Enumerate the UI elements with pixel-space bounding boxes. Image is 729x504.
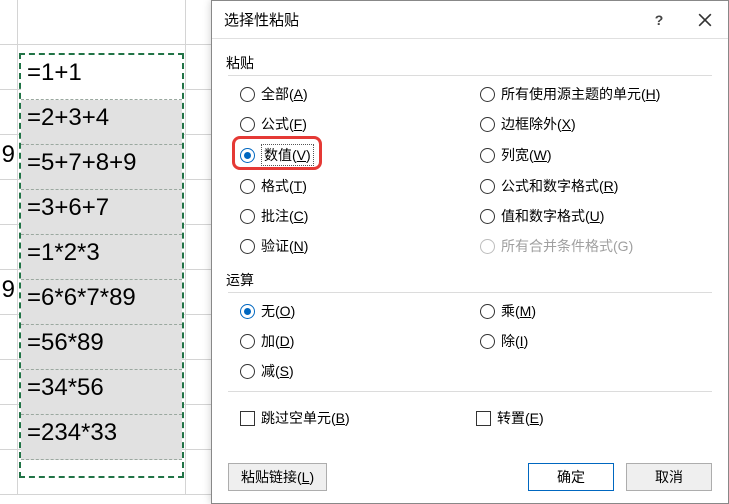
radio-icon: [480, 334, 495, 349]
checkbox-icon: [240, 411, 255, 426]
check-skip-blanks[interactable]: 跳过空单元(B): [240, 408, 476, 428]
radio-op-add[interactable]: 加(D): [240, 331, 472, 351]
paste-link-button[interactable]: 粘贴链接(L): [228, 463, 327, 491]
radio-label: 列宽(W): [501, 145, 552, 165]
radio-label: 减(S): [261, 361, 294, 381]
radio-op-multiply[interactable]: 乘(M): [480, 301, 712, 321]
paste-group-label: 粘贴: [226, 53, 712, 73]
radio-paste-values-num[interactable]: 值和数字格式(U): [480, 206, 712, 226]
radio-icon: [240, 117, 255, 132]
button-label: 确定: [557, 467, 585, 487]
dialog-footer: 粘贴链接(L) 确定 取消: [212, 451, 728, 503]
radio-label: 公式(F): [261, 114, 307, 134]
separator: [228, 75, 712, 76]
help-button[interactable]: ?: [636, 1, 682, 39]
radio-label: 数值(V): [261, 144, 314, 166]
radio-icon: [480, 87, 495, 102]
button-label: 粘贴链接(L): [241, 467, 314, 487]
radio-label: 所有使用源主题的单元(H): [501, 84, 660, 104]
radio-icon: [240, 334, 255, 349]
formula-cell[interactable]: =34*56: [21, 370, 182, 415]
check-label: 转置(E): [497, 408, 544, 428]
formula-cell[interactable]: =3+6+7: [21, 190, 182, 235]
close-button[interactable]: [682, 1, 728, 39]
separator: [228, 391, 712, 392]
radio-label: 除(I): [501, 331, 528, 351]
radio-label: 格式(T): [261, 176, 307, 196]
radio-paste-formulas[interactable]: 公式(F): [240, 114, 472, 134]
cell-a-value: 9: [2, 276, 15, 304]
radio-paste-values[interactable]: 数值(V): [240, 144, 472, 166]
button-label: 取消: [655, 467, 683, 487]
radio-icon: [240, 364, 255, 379]
radio-paste-col-widths[interactable]: 列宽(W): [480, 144, 712, 166]
radio-icon: [240, 87, 255, 102]
radio-label: 值和数字格式(U): [501, 206, 604, 226]
radio-paste-comments[interactable]: 批注(C): [240, 206, 472, 226]
radio-icon: [240, 239, 255, 254]
radio-op-none[interactable]: 无(O): [240, 301, 472, 321]
radio-paste-all[interactable]: 全部(A): [240, 84, 472, 104]
dialog-title: 选择性粘贴: [224, 9, 636, 30]
formula-cell[interactable]: =5+7+8+9: [21, 145, 182, 190]
radio-paste-no-borders[interactable]: 边框除外(X): [480, 114, 712, 134]
radio-icon: [240, 179, 255, 194]
formula-cell[interactable]: =6*6*7*89: [21, 280, 182, 325]
radio-icon: [240, 304, 255, 319]
radio-label: 所有合并条件格式(G): [501, 236, 633, 256]
radio-icon: [480, 304, 495, 319]
separator: [228, 292, 712, 293]
radio-label: 全部(A): [261, 84, 308, 104]
operation-group-label: 运算: [226, 270, 712, 290]
radio-label: 验证(N): [261, 236, 308, 256]
checkbox-icon: [476, 411, 491, 426]
close-icon: [698, 13, 712, 27]
radio-icon: [480, 148, 495, 163]
radio-paste-formats[interactable]: 格式(T): [240, 176, 472, 196]
selection-marquee: =1+1 =2+3+4 =5+7+8+9 =3+6+7 =1*2*3 =6*6*…: [19, 53, 184, 478]
paste-options-grid: 全部(A) 所有使用源主题的单元(H) 公式(F) 边框除外(X) 数值(V): [228, 82, 712, 264]
radio-label: 无(O): [261, 301, 295, 321]
radio-paste-all-theme[interactable]: 所有使用源主题的单元(H): [480, 84, 712, 104]
radio-icon: [480, 117, 495, 132]
radio-icon: [480, 179, 495, 194]
formula-cell[interactable]: =2+3+4: [21, 100, 182, 145]
formula-cell[interactable]: =56*89: [21, 325, 182, 370]
check-label: 跳过空单元(B): [261, 408, 350, 428]
radio-label: 批注(C): [261, 206, 308, 226]
radio-label: 加(D): [261, 331, 294, 351]
radio-label: 公式和数字格式(R): [501, 176, 618, 196]
radio-icon: [480, 209, 495, 224]
radio-label: 乘(M): [501, 301, 536, 321]
radio-label: 边框除外(X): [501, 114, 576, 134]
dialog-titlebar: 选择性粘贴 ?: [212, 1, 728, 39]
radio-op-divide[interactable]: 除(I): [480, 331, 712, 351]
paste-special-dialog: 选择性粘贴 ? 粘贴 全部(A) 所有使用源主题的单元(H) 公式(F): [211, 0, 729, 504]
formula-cell[interactable]: =234*33: [21, 415, 182, 460]
cell-a-value: 9: [2, 141, 15, 169]
radio-icon: [240, 148, 255, 163]
formula-cell[interactable]: =1+1: [21, 55, 182, 100]
radio-paste-all-cond: 所有合并条件格式(G): [480, 236, 712, 256]
radio-icon: [480, 239, 495, 254]
checkbox-row: 跳过空单元(B) 转置(E): [228, 398, 712, 428]
check-transpose[interactable]: 转置(E): [476, 408, 712, 428]
radio-paste-formulas-num[interactable]: 公式和数字格式(R): [480, 176, 712, 196]
radio-paste-validation[interactable]: 验证(N): [240, 236, 472, 256]
operation-options-grid: 无(O) 乘(M) 加(D) 除(I) 减(S): [228, 299, 712, 389]
radio-op-subtract[interactable]: 减(S): [240, 361, 472, 381]
radio-icon: [240, 209, 255, 224]
ok-button[interactable]: 确定: [528, 463, 614, 491]
cancel-button[interactable]: 取消: [626, 463, 712, 491]
formula-cell[interactable]: =1*2*3: [21, 235, 182, 280]
